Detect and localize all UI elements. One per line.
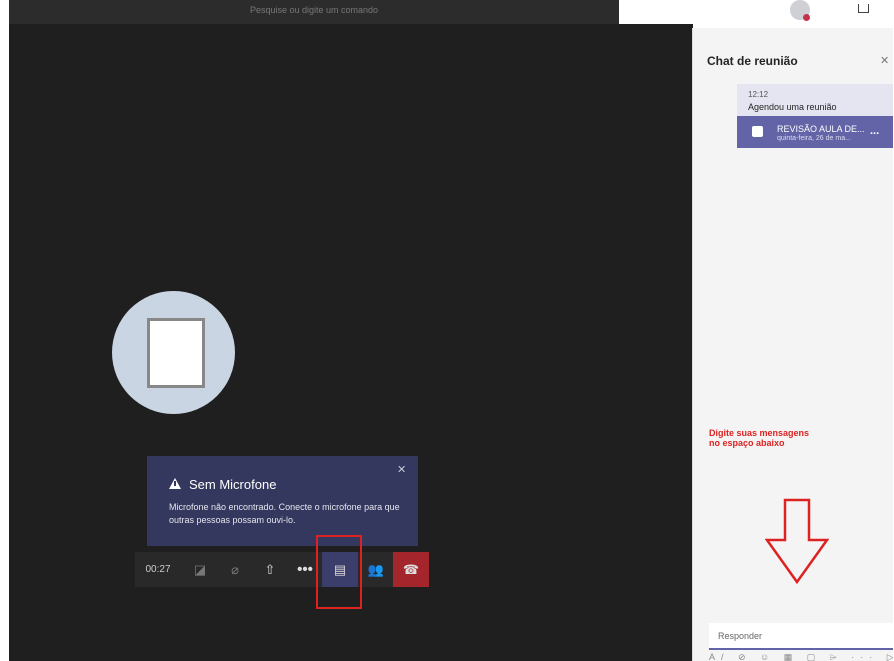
meeting-date: quinta-feira, 26 de ma... [777,135,851,142]
people-icon[interactable]: 👥 [362,552,390,587]
instruction-line: no espaço abaixo [709,438,785,448]
warning-icon-mark [174,481,176,486]
share-screen-icon[interactable]: ⇧ [255,552,285,587]
instruction-line: Digite suas mensagens [709,428,810,438]
message-time: 12:12 [748,90,769,99]
video-off-icon[interactable]: ◪ [185,552,215,587]
close-icon[interactable]: ✕ [880,54,889,67]
meeting-title: REVISÃO AULA DE... [777,124,865,134]
toast-message: Microfone não encontrado. Conecte o micr… [169,502,400,525]
chat-button-highlight [316,535,362,609]
call-timer: 00:27 [145,564,171,575]
message-text: Agendou uma reunião [748,102,837,112]
mic-off-icon[interactable]: ⌀ [220,552,250,587]
more-icon[interactable]: ... [870,125,879,137]
instruction-annotation: Digite suas mensagens no espaço abaixo [709,428,809,448]
search-input[interactable]: Pesquise ou digite um comando [9,0,619,24]
calendar-icon [752,126,763,137]
down-arrow-icon [765,498,829,584]
close-icon[interactable]: ✕ [397,463,406,476]
participant-placeholder-icon [147,318,205,388]
reply-placeholder: Responder [718,631,763,641]
panel-title: Chat de reunião [707,54,798,68]
compose-toolbar[interactable]: A/ ⊘ ☺ ▦ ▢ ⌲ ··· ▷ [709,652,893,661]
toast-title: Sem Microfone [189,477,277,492]
hangup-icon[interactable]: ☎ [393,552,429,587]
status-badge [803,14,810,21]
expand-icon[interactable] [858,4,869,13]
